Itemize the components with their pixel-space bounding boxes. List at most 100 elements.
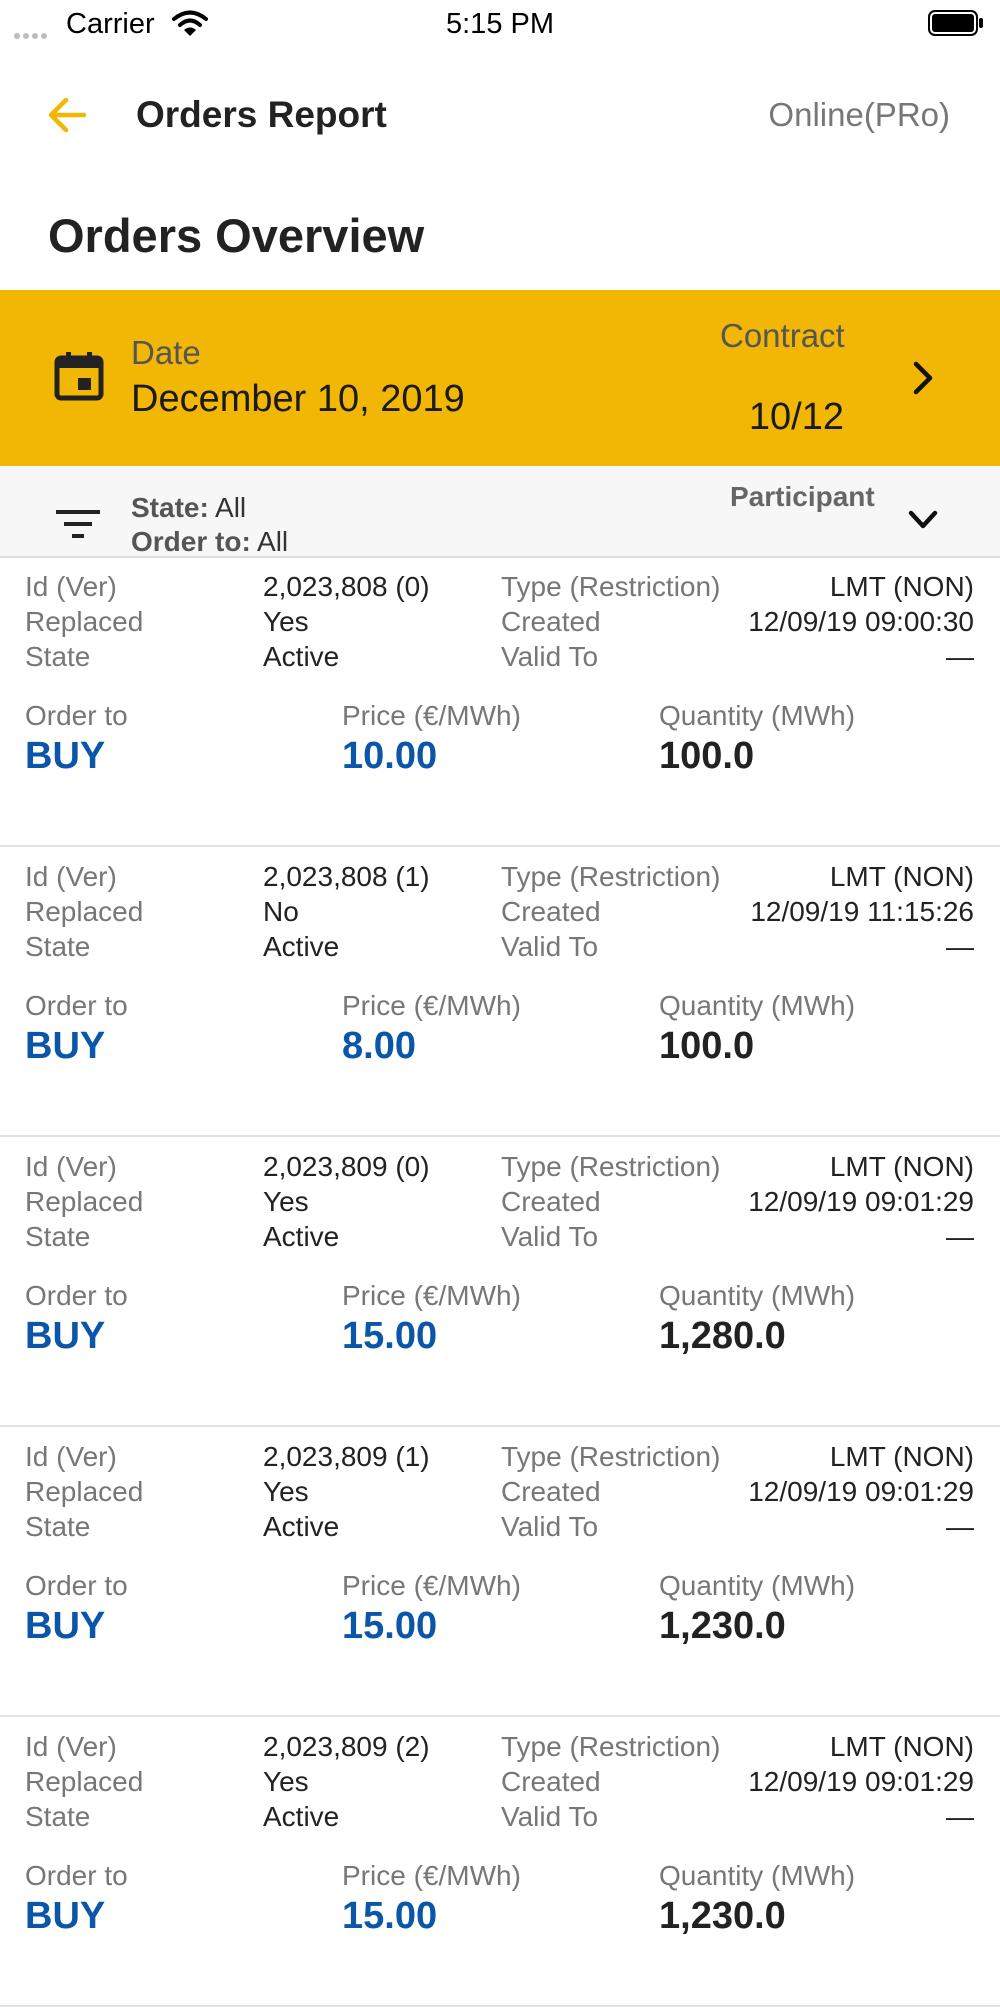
order-type: LMT (NON) xyxy=(829,1151,974,1182)
back-arrow-icon[interactable] xyxy=(44,92,90,138)
order-side: BUY xyxy=(25,1025,106,1067)
order-valid-to: — xyxy=(946,1511,974,1542)
order-price: 15.00 xyxy=(342,1895,438,1937)
replaced-label: Replaced xyxy=(25,896,144,927)
quantity-label: Quantity (MWh) xyxy=(659,700,856,731)
order-row[interactable]: Id (Ver) Replaced State 2,023,809 (0) Ye… xyxy=(0,1137,1000,1427)
order-replaced: No xyxy=(263,896,299,927)
valid-to-label: Valid To xyxy=(501,1511,599,1542)
order-to-label: Order to xyxy=(25,1860,128,1891)
created-label: Created xyxy=(501,1476,601,1507)
connection-mode: Online(PRo) xyxy=(768,96,950,133)
valid-to-label: Valid To xyxy=(501,641,599,672)
order-replaced: Yes xyxy=(263,1476,309,1507)
filter-bar[interactable]: State: All Order to: All Participant xyxy=(0,466,1000,558)
page-title: Orders Overview xyxy=(48,209,425,262)
order-type: LMT (NON) xyxy=(829,571,974,602)
date-contract-selector[interactable]: Date December 10, 2019 Contract 10/12 xyxy=(0,290,1000,466)
order-to-filter: Order to: All xyxy=(131,526,288,558)
replaced-label: Replaced xyxy=(25,606,144,637)
order-created: 12/09/19 11:15:26 xyxy=(750,896,974,927)
order-to-filter-label: Order to: xyxy=(131,526,251,557)
date-label: Date xyxy=(131,334,201,371)
order-quantity: 100.0 xyxy=(659,735,755,777)
filter-icon[interactable] xyxy=(54,506,102,542)
order-type: LMT (NON) xyxy=(829,1731,974,1762)
order-id: 2,023,808 (1) xyxy=(263,861,430,892)
valid-to-label: Valid To xyxy=(501,1221,599,1252)
state-label: State xyxy=(25,1221,91,1252)
order-state: Active xyxy=(263,1221,340,1252)
replaced-label: Replaced xyxy=(25,1186,144,1217)
order-quantity: 1,230.0 xyxy=(659,1895,786,1937)
order-row[interactable]: Id (Ver) Replaced State 2,023,809 (1) Ye… xyxy=(0,1427,1000,1717)
order-created: 12/09/19 09:01:29 xyxy=(748,1476,974,1507)
type-label: Type (Restriction) xyxy=(501,571,721,602)
participant-label: Participant xyxy=(730,481,875,512)
order-row[interactable]: Id (Ver) Replaced State 2,023,809 (2) Ye… xyxy=(0,1717,1000,2007)
order-side: BUY xyxy=(25,1605,106,1647)
state-label: State xyxy=(25,931,91,962)
state-label: State xyxy=(25,1511,91,1542)
order-valid-to: — xyxy=(946,1221,974,1252)
order-side: BUY xyxy=(25,735,106,777)
order-quantity: 1,230.0 xyxy=(659,1605,786,1647)
id-ver-label: Id (Ver) xyxy=(25,571,117,602)
type-label: Type (Restriction) xyxy=(501,1731,721,1762)
order-side: BUY xyxy=(25,1895,106,1937)
order-id: 2,023,809 (0) xyxy=(263,1151,430,1182)
orders-list: Id (Ver) Replaced State 2,023,808 (0) Ye… xyxy=(0,557,1000,2007)
price-label: Price (€/MWh) xyxy=(342,990,521,1021)
id-ver-label: Id (Ver) xyxy=(25,861,117,892)
order-row[interactable]: Id (Ver) Replaced State 2,023,808 (0) Ye… xyxy=(0,557,1000,847)
order-id: 2,023,809 (2) xyxy=(263,1731,430,1762)
replaced-label: Replaced xyxy=(25,1766,144,1797)
order-to-label: Order to xyxy=(25,700,128,731)
created-label: Created xyxy=(501,1186,601,1217)
order-created: 12/09/19 09:01:29 xyxy=(748,1766,974,1797)
quantity-label: Quantity (MWh) xyxy=(659,1860,856,1891)
order-side: BUY xyxy=(25,1315,106,1357)
order-price: 15.00 xyxy=(342,1315,438,1357)
state-filter: State: All xyxy=(131,492,246,524)
replaced-label: Replaced xyxy=(25,1476,144,1507)
order-id: 2,023,808 (0) xyxy=(263,571,430,602)
quantity-label: Quantity (MWh) xyxy=(659,990,856,1021)
order-id: 2,023,809 (1) xyxy=(263,1441,430,1472)
created-label: Created xyxy=(501,1766,601,1797)
order-state: Active xyxy=(263,931,340,962)
type-label: Type (Restriction) xyxy=(501,861,721,892)
state-label: State xyxy=(25,1801,91,1832)
state-filter-label: State: xyxy=(131,492,209,523)
chevron-right-icon[interactable] xyxy=(906,358,940,398)
order-row[interactable]: Id (Ver) Replaced State 2,023,808 (1) No… xyxy=(0,847,1000,1137)
valid-to-label: Valid To xyxy=(501,931,599,962)
status-bar: Carrier 5:15 PM xyxy=(0,0,1000,48)
contract-value: 10/12 xyxy=(748,396,844,438)
order-valid-to: — xyxy=(946,641,974,672)
order-replaced: Yes xyxy=(263,1766,309,1797)
state-filter-value: All xyxy=(215,492,247,523)
order-price: 8.00 xyxy=(342,1025,416,1067)
order-quantity: 100.0 xyxy=(659,1025,755,1067)
order-replaced: Yes xyxy=(263,1186,309,1217)
order-valid-to: — xyxy=(946,931,974,962)
created-label: Created xyxy=(501,606,601,637)
order-state: Active xyxy=(263,1511,340,1542)
type-label: Type (Restriction) xyxy=(501,1151,721,1182)
navigation-bar: Orders Report Online(PRo) xyxy=(0,70,1000,160)
valid-to-label: Valid To xyxy=(501,1801,599,1832)
order-type: LMT (NON) xyxy=(829,1441,974,1472)
id-ver-label: Id (Ver) xyxy=(25,1441,117,1472)
order-valid-to: — xyxy=(946,1801,974,1832)
price-label: Price (€/MWh) xyxy=(342,1860,521,1891)
order-type: LMT (NON) xyxy=(829,861,974,892)
chevron-down-icon[interactable] xyxy=(906,508,940,532)
order-to-label: Order to xyxy=(25,1570,128,1601)
quantity-label: Quantity (MWh) xyxy=(659,1570,856,1601)
price-label: Price (€/MWh) xyxy=(342,1570,521,1601)
order-to-label: Order to xyxy=(25,990,128,1021)
id-ver-label: Id (Ver) xyxy=(25,1731,117,1762)
order-price: 15.00 xyxy=(342,1605,438,1647)
battery-icon xyxy=(928,10,983,36)
